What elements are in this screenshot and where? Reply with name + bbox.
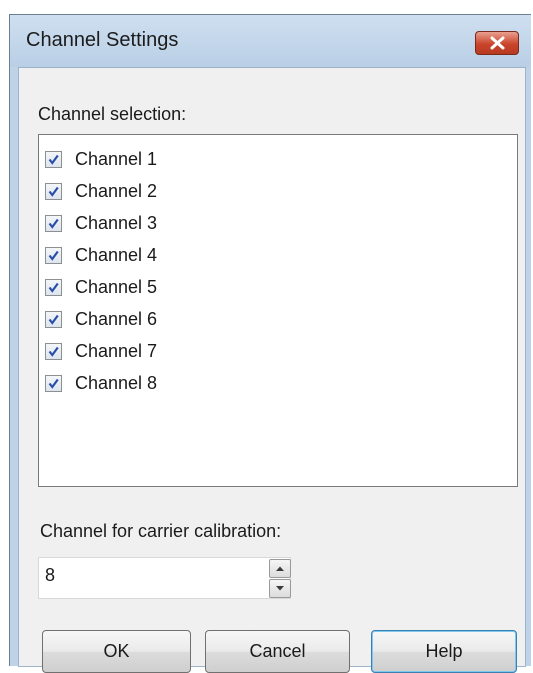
channel-listbox[interactable]: Channel 1 Channel 2 Channel 3 Channel 4: [38, 134, 518, 487]
channel-list-item-5[interactable]: Channel 5: [45, 272, 157, 302]
checkmark-icon: [48, 346, 59, 357]
channel-settings-dialog: Channel Settings Channel selection: Chan…: [9, 14, 531, 673]
ok-button[interactable]: OK: [42, 630, 191, 673]
carrier-calibration-value[interactable]: 8: [45, 565, 55, 586]
channel-4-checkbox[interactable]: [45, 246, 62, 264]
dialog-title: Channel Settings: [26, 29, 179, 51]
channel-list-item-1[interactable]: Channel 1: [45, 144, 157, 174]
checkmark-icon: [48, 218, 59, 229]
carrier-calibration-label: Channel for carrier calibration:: [40, 521, 282, 541]
channel-4-label: Channel 4: [75, 244, 158, 265]
spin-down-button[interactable]: [269, 579, 291, 598]
channel-2-checkbox[interactable]: [45, 182, 62, 200]
channel-6-checkbox[interactable]: [45, 310, 62, 328]
channel-6-label: Channel 6: [75, 308, 158, 329]
chevron-up-icon: [276, 566, 284, 571]
channel-list-item-3[interactable]: Channel 3: [45, 208, 157, 238]
checkmark-icon: [48, 282, 59, 293]
checkmark-icon: [48, 154, 59, 165]
channel-3-checkbox[interactable]: [45, 214, 62, 232]
channel-5-label: Channel 5: [75, 276, 158, 297]
spin-up-button[interactable]: [269, 559, 291, 578]
checkmark-icon: [48, 250, 59, 261]
channel-1-label: Channel 1: [75, 148, 158, 169]
channel-list-item-8[interactable]: Channel 8: [45, 368, 157, 398]
cancel-button[interactable]: Cancel: [205, 630, 350, 673]
channel-3-label: Channel 3: [75, 212, 158, 233]
channel-list-item-4[interactable]: Channel 4: [45, 240, 157, 270]
channel-list-item-7[interactable]: Channel 7: [45, 336, 157, 366]
channel-7-label: Channel 7: [75, 340, 158, 361]
close-button[interactable]: [475, 31, 519, 55]
carrier-calibration-spinbox[interactable]: 8: [38, 557, 291, 599]
checkmark-icon: [48, 186, 59, 197]
channel-8-label: Channel 8: [75, 372, 158, 393]
close-icon: [490, 36, 505, 50]
channel-selection-label: Channel selection:: [38, 104, 187, 124]
channel-list-item-2[interactable]: Channel 2: [45, 176, 157, 206]
checkmark-icon: [48, 378, 59, 389]
help-button[interactable]: Help: [371, 630, 517, 673]
dialog-body: Channel selection: Channel 1 Channel 2 C…: [18, 67, 526, 673]
channel-2-label: Channel 2: [75, 180, 158, 201]
checkmark-icon: [48, 314, 59, 325]
channel-list-item-6[interactable]: Channel 6: [45, 304, 157, 334]
channel-1-checkbox[interactable]: [45, 150, 62, 168]
channel-7-checkbox[interactable]: [45, 342, 62, 360]
chevron-down-icon: [276, 586, 284, 591]
channel-5-checkbox[interactable]: [45, 278, 62, 296]
channel-8-checkbox[interactable]: [45, 374, 62, 392]
title-bar[interactable]: Channel Settings: [10, 15, 531, 67]
